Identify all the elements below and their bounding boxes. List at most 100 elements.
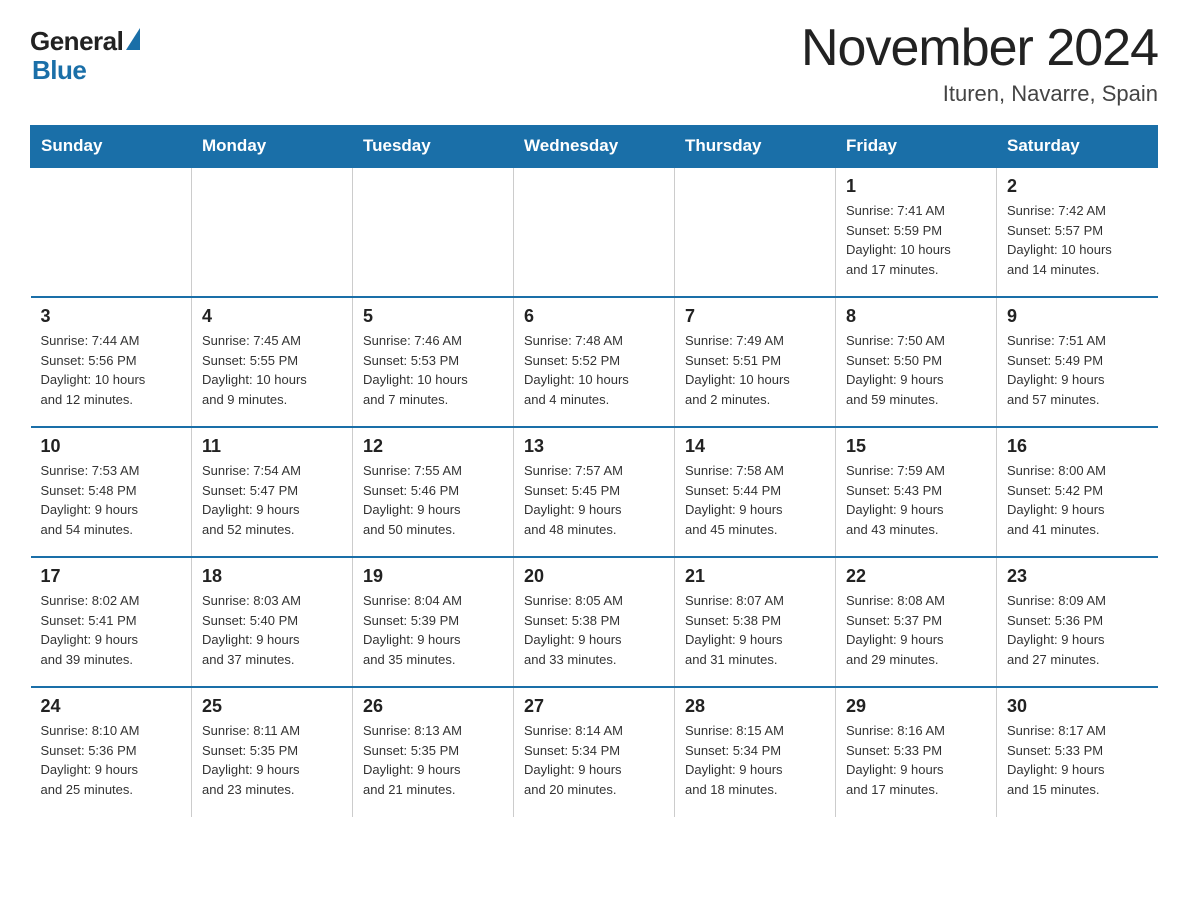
weekday-header-sunday: Sunday	[31, 126, 192, 168]
calendar-cell	[353, 167, 514, 297]
day-number: 14	[685, 436, 825, 457]
calendar-title: November 2024	[801, 20, 1158, 77]
day-number: 6	[524, 306, 664, 327]
weekday-header-friday: Friday	[836, 126, 997, 168]
day-number: 8	[846, 306, 986, 327]
calendar-cell: 3 Sunrise: 7:44 AMSunset: 5:56 PMDaylight…	[31, 297, 192, 427]
calendar-cell: 24 Sunrise: 8:10 AMSunset: 5:36 PMDayligh…	[31, 687, 192, 817]
calendar-cell: 4Sunrise: 7:45 AMSunset: 5:55 PMDaylight…	[192, 297, 353, 427]
day-info: Sunrise: 7:44 AMSunset: 5:56 PMDaylight:…	[41, 331, 182, 409]
day-number: 21	[685, 566, 825, 587]
day-info: Sunrise: 7:57 AMSunset: 5:45 PMDaylight:…	[524, 461, 664, 539]
calendar-cell: 11 Sunrise: 7:54 AMSunset: 5:47 PMDayligh…	[192, 427, 353, 557]
day-info: Sunrise: 7:58 AMSunset: 5:44 PMDaylight:…	[685, 461, 825, 539]
day-number: 10	[41, 436, 182, 457]
day-info: Sunrise: 8:14 AMSunset: 5:34 PMDaylight:…	[524, 721, 664, 799]
calendar-cell	[675, 167, 836, 297]
calendar-cell: 10 Sunrise: 7:53 AMSunset: 5:48 PMDayligh…	[31, 427, 192, 557]
day-number: 18	[202, 566, 342, 587]
weekday-header-thursday: Thursday	[675, 126, 836, 168]
day-info: Sunrise: 7:49 AMSunset: 5:51 PMDaylight:…	[685, 331, 825, 409]
day-info: Sunrise: 8:13 AMSunset: 5:35 PMDaylight:…	[363, 721, 503, 799]
calendar-cell: 21 Sunrise: 8:07 AMSunset: 5:38 PMDayligh…	[675, 557, 836, 687]
weekday-header-row: SundayMondayTuesdayWednesdayThursdayFrid…	[31, 126, 1158, 168]
day-info: Sunrise: 8:05 AMSunset: 5:38 PMDaylight:…	[524, 591, 664, 669]
calendar-cell	[192, 167, 353, 297]
day-info: Sunrise: 8:02 AMSunset: 5:41 PMDaylight:…	[41, 591, 182, 669]
day-info: Sunrise: 7:48 AMSunset: 5:52 PMDaylight:…	[524, 331, 664, 409]
calendar-week-row: 24 Sunrise: 8:10 AMSunset: 5:36 PMDayligh…	[31, 687, 1158, 817]
day-info: Sunrise: 7:45 AMSunset: 5:55 PMDaylight:…	[202, 331, 342, 409]
logo-blue-text: Blue	[32, 55, 86, 86]
day-number: 7	[685, 306, 825, 327]
calendar-cell: 25 Sunrise: 8:11 AMSunset: 5:35 PMDayligh…	[192, 687, 353, 817]
calendar-week-row: 3 Sunrise: 7:44 AMSunset: 5:56 PMDaylight…	[31, 297, 1158, 427]
day-info: Sunrise: 7:51 AMSunset: 5:49 PMDaylight:…	[1007, 331, 1148, 409]
day-number: 20	[524, 566, 664, 587]
title-block: November 2024 Ituren, Navarre, Spain	[801, 20, 1158, 107]
day-info: Sunrise: 7:42 AMSunset: 5:57 PMDaylight:…	[1007, 201, 1148, 279]
day-info: Sunrise: 7:53 AMSunset: 5:48 PMDaylight:…	[41, 461, 182, 539]
calendar-cell: 12Sunrise: 7:55 AMSunset: 5:46 PMDayligh…	[353, 427, 514, 557]
calendar-cell: 30Sunrise: 8:17 AMSunset: 5:33 PMDayligh…	[997, 687, 1158, 817]
day-info: Sunrise: 8:07 AMSunset: 5:38 PMDaylight:…	[685, 591, 825, 669]
calendar-cell: 1 Sunrise: 7:41 AMSunset: 5:59 PMDaylight…	[836, 167, 997, 297]
day-number: 11	[202, 436, 342, 457]
day-number: 9	[1007, 306, 1148, 327]
calendar-cell: 29 Sunrise: 8:16 AMSunset: 5:33 PMDayligh…	[836, 687, 997, 817]
calendar-cell: 7 Sunrise: 7:49 AMSunset: 5:51 PMDaylight…	[675, 297, 836, 427]
day-info: Sunrise: 8:11 AMSunset: 5:35 PMDaylight:…	[202, 721, 342, 799]
weekday-header-wednesday: Wednesday	[514, 126, 675, 168]
day-number: 24	[41, 696, 182, 717]
weekday-header-saturday: Saturday	[997, 126, 1158, 168]
day-number: 13	[524, 436, 664, 457]
logo-triangle-icon	[126, 28, 140, 50]
page-header: General Blue November 2024 Ituren, Navar…	[30, 20, 1158, 107]
day-number: 2	[1007, 176, 1148, 197]
calendar-cell: 15Sunrise: 7:59 AMSunset: 5:43 PMDayligh…	[836, 427, 997, 557]
day-info: Sunrise: 8:09 AMSunset: 5:36 PMDaylight:…	[1007, 591, 1148, 669]
calendar-cell: 2 Sunrise: 7:42 AMSunset: 5:57 PMDaylight…	[997, 167, 1158, 297]
day-number: 26	[363, 696, 503, 717]
calendar-cell: 16 Sunrise: 8:00 AMSunset: 5:42 PMDayligh…	[997, 427, 1158, 557]
logo-general-text: General	[30, 26, 123, 57]
calendar-cell: 9 Sunrise: 7:51 AMSunset: 5:49 PMDaylight…	[997, 297, 1158, 427]
calendar-cell: 19 Sunrise: 8:04 AMSunset: 5:39 PMDayligh…	[353, 557, 514, 687]
calendar-cell: 14 Sunrise: 7:58 AMSunset: 5:44 PMDayligh…	[675, 427, 836, 557]
weekday-header-monday: Monday	[192, 126, 353, 168]
day-number: 17	[41, 566, 182, 587]
logo: General Blue	[30, 26, 140, 86]
day-info: Sunrise: 7:46 AMSunset: 5:53 PMDaylight:…	[363, 331, 503, 409]
calendar-cell	[31, 167, 192, 297]
calendar-cell	[514, 167, 675, 297]
day-number: 1	[846, 176, 986, 197]
calendar-cell: 23Sunrise: 8:09 AMSunset: 5:36 PMDayligh…	[997, 557, 1158, 687]
day-info: Sunrise: 7:41 AMSunset: 5:59 PMDaylight:…	[846, 201, 986, 279]
calendar-cell: 6 Sunrise: 7:48 AMSunset: 5:52 PMDaylight…	[514, 297, 675, 427]
day-number: 3	[41, 306, 182, 327]
calendar-cell: 5 Sunrise: 7:46 AMSunset: 5:53 PMDaylight…	[353, 297, 514, 427]
day-number: 12	[363, 436, 503, 457]
day-number: 15	[846, 436, 986, 457]
day-info: Sunrise: 8:16 AMSunset: 5:33 PMDaylight:…	[846, 721, 986, 799]
day-number: 30	[1007, 696, 1148, 717]
day-info: Sunrise: 7:50 AMSunset: 5:50 PMDaylight:…	[846, 331, 986, 409]
day-number: 27	[524, 696, 664, 717]
day-info: Sunrise: 8:00 AMSunset: 5:42 PMDaylight:…	[1007, 461, 1148, 539]
day-info: Sunrise: 8:10 AMSunset: 5:36 PMDaylight:…	[41, 721, 182, 799]
day-number: 16	[1007, 436, 1148, 457]
day-number: 5	[363, 306, 503, 327]
day-info: Sunrise: 8:04 AMSunset: 5:39 PMDaylight:…	[363, 591, 503, 669]
calendar-cell: 27 Sunrise: 8:14 AMSunset: 5:34 PMDayligh…	[514, 687, 675, 817]
calendar-cell: 22Sunrise: 8:08 AMSunset: 5:37 PMDayligh…	[836, 557, 997, 687]
calendar-cell: 28Sunrise: 8:15 AMSunset: 5:34 PMDayligh…	[675, 687, 836, 817]
calendar-table: SundayMondayTuesdayWednesdayThursdayFrid…	[30, 125, 1158, 817]
day-number: 29	[846, 696, 986, 717]
day-number: 19	[363, 566, 503, 587]
day-info: Sunrise: 8:15 AMSunset: 5:34 PMDaylight:…	[685, 721, 825, 799]
day-info: Sunrise: 7:54 AMSunset: 5:47 PMDaylight:…	[202, 461, 342, 539]
calendar-week-row: 10 Sunrise: 7:53 AMSunset: 5:48 PMDayligh…	[31, 427, 1158, 557]
day-number: 25	[202, 696, 342, 717]
calendar-cell: 18Sunrise: 8:03 AMSunset: 5:40 PMDayligh…	[192, 557, 353, 687]
calendar-subtitle: Ituren, Navarre, Spain	[801, 81, 1158, 107]
